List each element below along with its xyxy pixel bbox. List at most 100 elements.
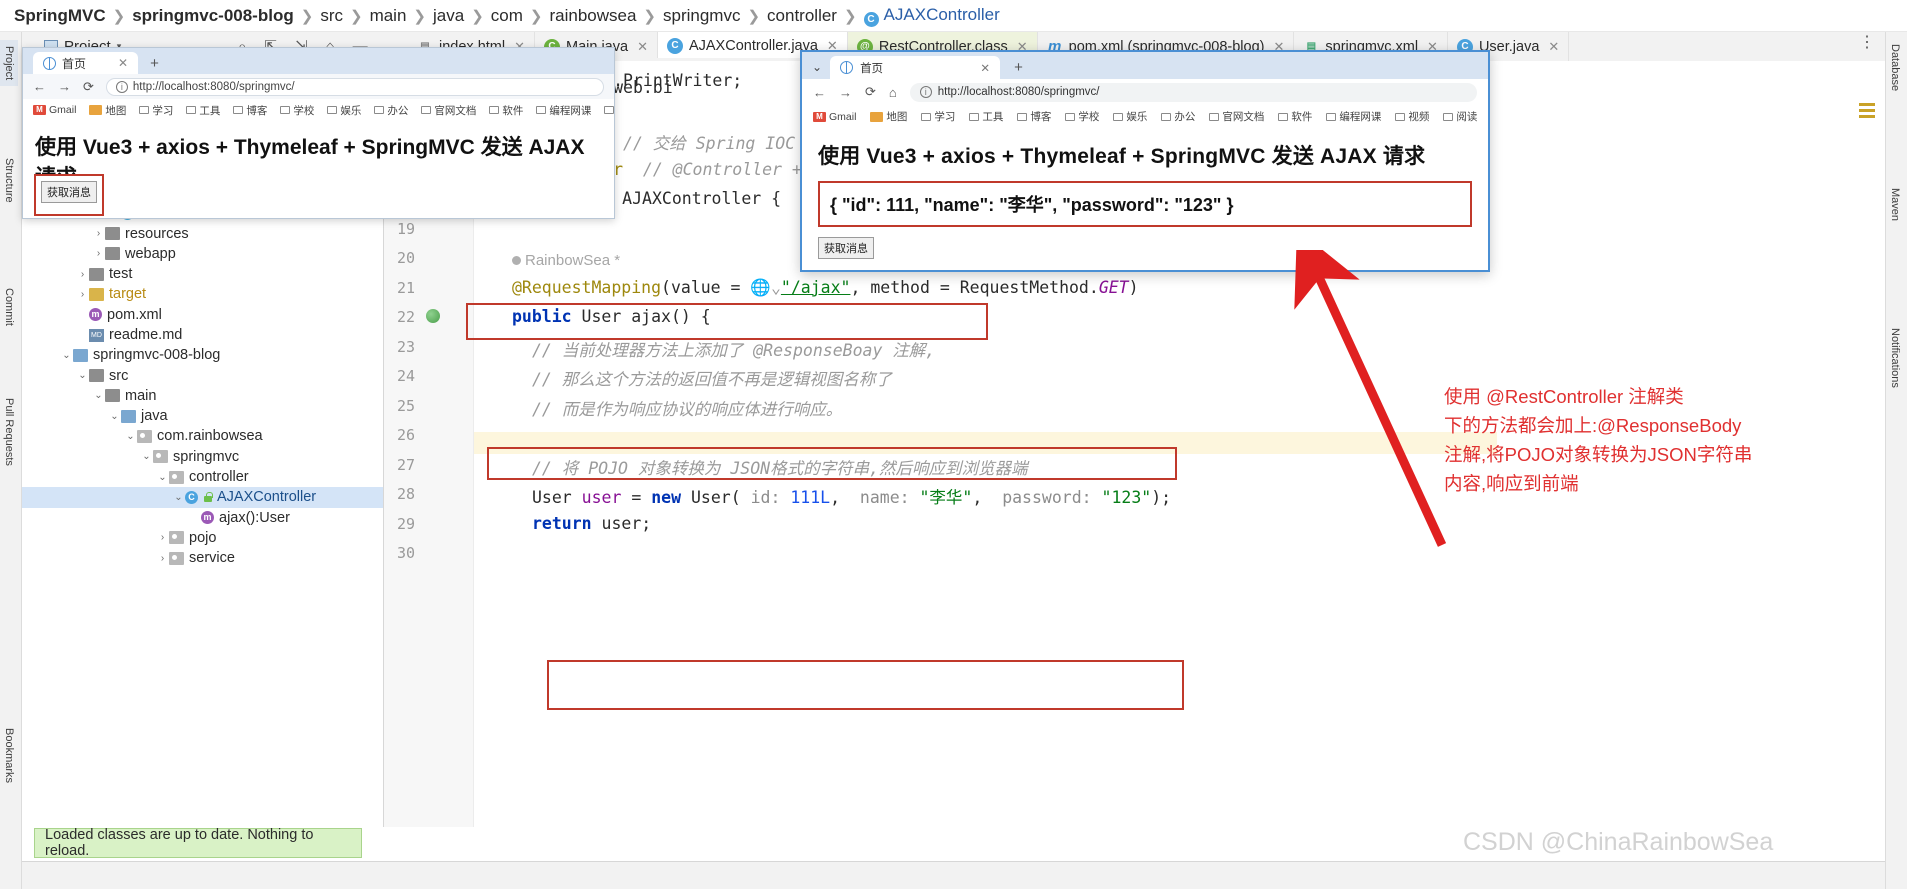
rail-item-maven[interactable]: Maven	[1886, 182, 1904, 227]
tree-item-service[interactable]: › service	[22, 548, 383, 568]
close-icon[interactable]: ✕	[637, 39, 648, 55]
home-icon[interactable]: ⌂	[889, 85, 897, 100]
browser-bookmark-1[interactable]: 地图	[870, 109, 907, 124]
browser-bookmark-11[interactable]: 视频	[1395, 109, 1429, 124]
browser2-bookmark-8[interactable]: 官网文档	[421, 103, 476, 118]
breadcrumb-item-src[interactable]: src	[320, 6, 343, 26]
chevron-down-icon[interactable]: ⌄	[76, 370, 89, 381]
tree-item-main[interactable]: ⌄ main	[22, 386, 383, 406]
rail-item-project[interactable]: Project	[0, 40, 18, 87]
tree-item-webapp[interactable]: › webapp	[22, 244, 383, 264]
left-tool-rail[interactable]: Project Structure Commit Pull Requests Bookm…	[0, 32, 22, 889]
browser-bookmark-10[interactable]: 编程网课	[1326, 109, 1381, 124]
rail-item-database[interactable]: Database	[1886, 38, 1904, 97]
chevron-down-icon[interactable]: ⌄	[156, 472, 169, 483]
browser2-bookmark-5[interactable]: 学校	[280, 103, 314, 118]
tab-overflow-menu-icon[interactable]: ⋮	[1849, 32, 1885, 61]
spring-bean-gutter-icon[interactable]	[426, 309, 442, 325]
tree-item-ajaxcontroller[interactable]: ⌄ C AJAXController	[22, 487, 383, 508]
breadcrumb-item-springmvc[interactable]: springmvc	[663, 6, 740, 26]
breadcrumb-item-com[interactable]: com	[491, 6, 523, 26]
chevron-down-icon[interactable]: ⌄	[124, 431, 137, 442]
browser2-bookmark-4[interactable]: 博客	[233, 103, 267, 118]
tree-item-java[interactable]: ⌄ java	[22, 406, 383, 426]
browser-bookmark-5[interactable]: 学校	[1065, 109, 1099, 124]
browser-bookmark-7[interactable]: 办公	[1161, 109, 1195, 124]
tree-item-springmvc-008-blog[interactable]: ⌄ springmvc-008-blog	[22, 345, 383, 365]
reload-icon[interactable]: ⟳	[865, 84, 876, 100]
fetch-message-button[interactable]: 获取消息	[818, 237, 874, 259]
browser2-bookmark-7[interactable]: 办公	[374, 103, 408, 118]
rail-item-notifications[interactable]: Notifications	[1886, 322, 1904, 394]
chevron-right-icon[interactable]: ›	[92, 228, 105, 239]
browser-bookmark-6[interactable]: 娱乐	[1113, 109, 1147, 124]
close-icon[interactable]: ✕	[1548, 39, 1559, 55]
reload-icon[interactable]: ⟳	[83, 79, 94, 95]
browser2-bookmark-11[interactable]: 视频	[604, 103, 614, 118]
browser2-bookmark-10[interactable]: 编程网课	[536, 103, 591, 118]
rail-item-pull-requests[interactable]: Pull Requests	[0, 392, 18, 472]
breadcrumb-item-main[interactable]: main	[370, 6, 407, 26]
right-tool-rail[interactable]: Database Maven Notifications	[1885, 32, 1907, 889]
breadcrumb-item-java[interactable]: java	[433, 6, 464, 26]
chevron-down-icon[interactable]: ⌄	[172, 492, 185, 503]
chevron-down-icon[interactable]: ⌄	[140, 451, 153, 462]
close-icon[interactable]: ✕	[118, 56, 128, 70]
chevron-right-icon[interactable]: ›	[92, 248, 105, 259]
close-icon[interactable]: ✕	[980, 61, 990, 75]
browser2-bookmark-2[interactable]: 学习	[139, 103, 173, 118]
browser-tab-bar[interactable]: ⌄ 首页 ✕ +	[802, 52, 1488, 79]
rail-item-structure[interactable]: Structure	[0, 152, 18, 209]
browser2-tab[interactable]: 首页 ✕	[33, 52, 139, 74]
browser-address-bar[interactable]: ← → ⟳ ⌂ i http://localhost:8080/springmv…	[802, 79, 1488, 105]
browser-bookmark-3[interactable]: 工具	[969, 109, 1003, 124]
new-tab-button[interactable]: +	[1014, 59, 1023, 79]
info-icon[interactable]: i	[115, 80, 128, 93]
browser-bookmark-9[interactable]: 软件	[1278, 109, 1312, 124]
browser-window-main[interactable]: ⌄ 首页 ✕ + ← → ⟳ ⌂ i http://localhost:8080…	[800, 50, 1490, 272]
chevron-right-icon[interactable]: ›	[76, 269, 89, 280]
tree-item-target[interactable]: › target	[22, 284, 383, 304]
breadcrumb-item-springmvc-008-blog[interactable]: springmvc-008-blog	[132, 6, 294, 26]
fetch-message-button[interactable]: 获取消息	[41, 181, 97, 203]
tree-item-resources[interactable]: › resources	[22, 223, 383, 243]
forward-icon[interactable]: →	[839, 85, 852, 100]
new-tab-button[interactable]: +	[150, 55, 159, 74]
browser2-bookmark-6[interactable]: 娱乐	[327, 103, 361, 118]
browser-tab[interactable]: 首页 ✕	[830, 56, 1001, 79]
chevron-down-icon[interactable]: ⌄	[60, 350, 73, 361]
tree-item-pojo[interactable]: › pojo	[22, 528, 383, 548]
chevron-down-icon[interactable]: ⌄	[92, 390, 105, 401]
browser-bookmarks-bar[interactable]: MGmail地图学习工具博客学校娱乐办公官网文档软件编程网课视频阅读专升本	[802, 105, 1488, 128]
chevron-right-icon[interactable]: ›	[156, 553, 169, 564]
forward-icon[interactable]: →	[58, 79, 71, 94]
url-input[interactable]: i http://localhost:8080/springmvc/	[909, 82, 1477, 102]
tree-item-pom-xml[interactable]: m pom.xml	[22, 305, 383, 325]
browser-bookmark-12[interactable]: 阅读	[1443, 109, 1477, 124]
breadcrumb-item-rainbowsea[interactable]: rainbowsea	[549, 6, 636, 26]
back-icon[interactable]: ←	[813, 85, 826, 100]
tree-item-readme-md[interactable]: MD readme.md	[22, 325, 383, 345]
browser-window-secondary[interactable]: 首页 ✕ + ← → ⟳ i http://localhost:8080/spr…	[22, 47, 615, 219]
chevron-down-icon[interactable]: ⌄	[808, 60, 830, 79]
breadcrumb-item-springmvc[interactable]: SpringMVC	[14, 6, 106, 26]
browser-bookmark-2[interactable]: 学习	[921, 109, 955, 124]
tree-item-src[interactable]: ⌄ src	[22, 365, 383, 385]
browser-bookmark-4[interactable]: 博客	[1017, 109, 1051, 124]
browser-bookmark-8[interactable]: 官网文档	[1209, 109, 1264, 124]
chevron-right-icon[interactable]: ›	[76, 289, 89, 300]
browser2-tab-bar[interactable]: 首页 ✕ +	[23, 48, 614, 74]
chevron-down-icon[interactable]: ⌄	[108, 411, 121, 422]
browser2-bookmark-3[interactable]: 工具	[186, 103, 220, 118]
browser2-bookmark-1[interactable]: 地图	[89, 103, 126, 118]
breadcrumb-item-controller[interactable]: controller	[767, 6, 837, 26]
url-input[interactable]: i http://localhost:8080/springmvc/	[105, 77, 604, 96]
rail-item-commit[interactable]: Commit	[0, 282, 18, 332]
browser2-bookmark-9[interactable]: 软件	[489, 103, 523, 118]
tree-item-ajax-user[interactable]: m ajax():User	[22, 508, 383, 528]
browser2-bookmark-0[interactable]: M Gmail	[33, 104, 76, 116]
browser2-address-bar[interactable]: ← → ⟳ i http://localhost:8080/springmvc/	[23, 74, 614, 99]
back-icon[interactable]: ←	[33, 79, 46, 94]
info-icon[interactable]: i	[919, 86, 932, 98]
rail-item-bookmarks[interactable]: Bookmarks	[0, 722, 18, 789]
